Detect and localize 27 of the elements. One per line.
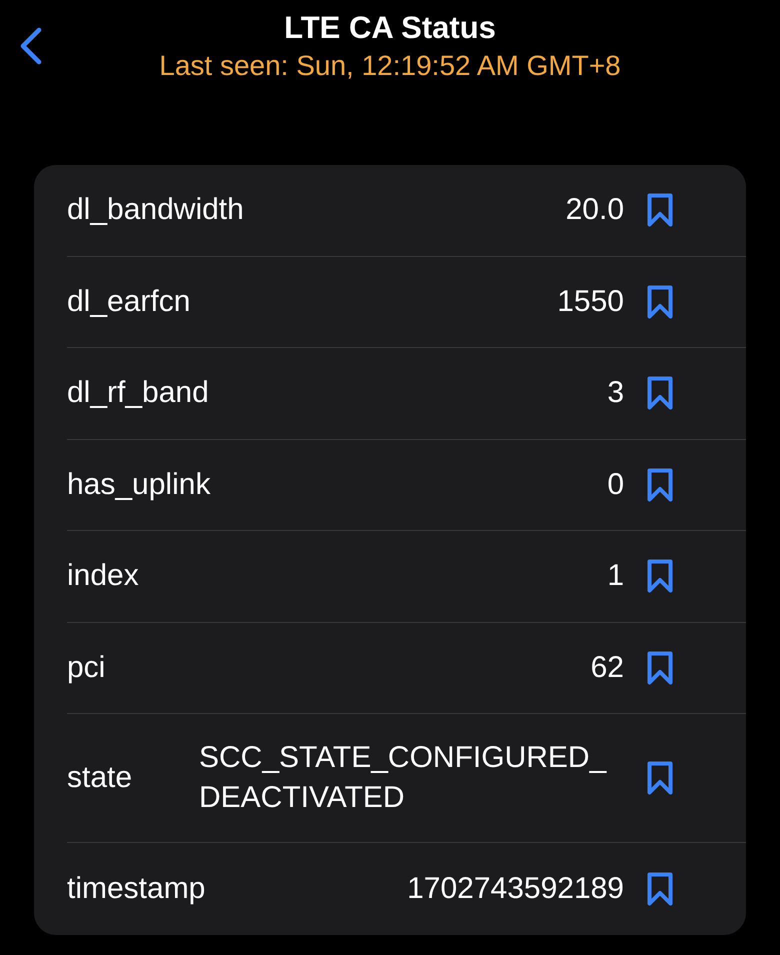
field-value: 1702743592189 <box>407 870 624 907</box>
field-label: dl_bandwidth <box>67 192 244 228</box>
bookmark-icon[interactable] <box>646 558 674 594</box>
field-value: 3 <box>607 375 624 412</box>
bookmark-icon[interactable] <box>646 870 674 907</box>
bookmark-icon[interactable] <box>646 760 674 796</box>
bookmark-icon[interactable] <box>646 650 674 686</box>
back-icon[interactable] <box>19 27 43 65</box>
bookmark-icon[interactable] <box>646 284 674 320</box>
field-value: 0 <box>607 466 624 503</box>
screen-title: LTE CA Status <box>284 10 496 46</box>
field-label: has_uplink <box>67 466 210 503</box>
field-label: pci <box>67 650 106 686</box>
field-label: index <box>67 558 139 594</box>
field-value: 1 <box>607 558 624 594</box>
last-seen-subtitle: Last seen: Sun, 12:19:52 AM GMT+8 <box>159 49 621 83</box>
field-value: 20.0 <box>566 192 624 228</box>
bookmark-icon[interactable] <box>646 466 674 503</box>
field-label: dl_earfcn <box>67 284 190 320</box>
field-value: SCC_STATE_CONFIGURED_DEACTIVATED <box>199 740 608 816</box>
field-label: state <box>67 760 132 796</box>
field-label: dl_rf_band <box>67 375 209 412</box>
bookmark-icon[interactable] <box>646 375 674 412</box>
field-value: 62 <box>590 650 624 686</box>
bookmark-icon[interactable] <box>646 192 674 228</box>
field-label: timestamp <box>67 870 206 907</box>
field-value: 1550 <box>557 284 624 320</box>
